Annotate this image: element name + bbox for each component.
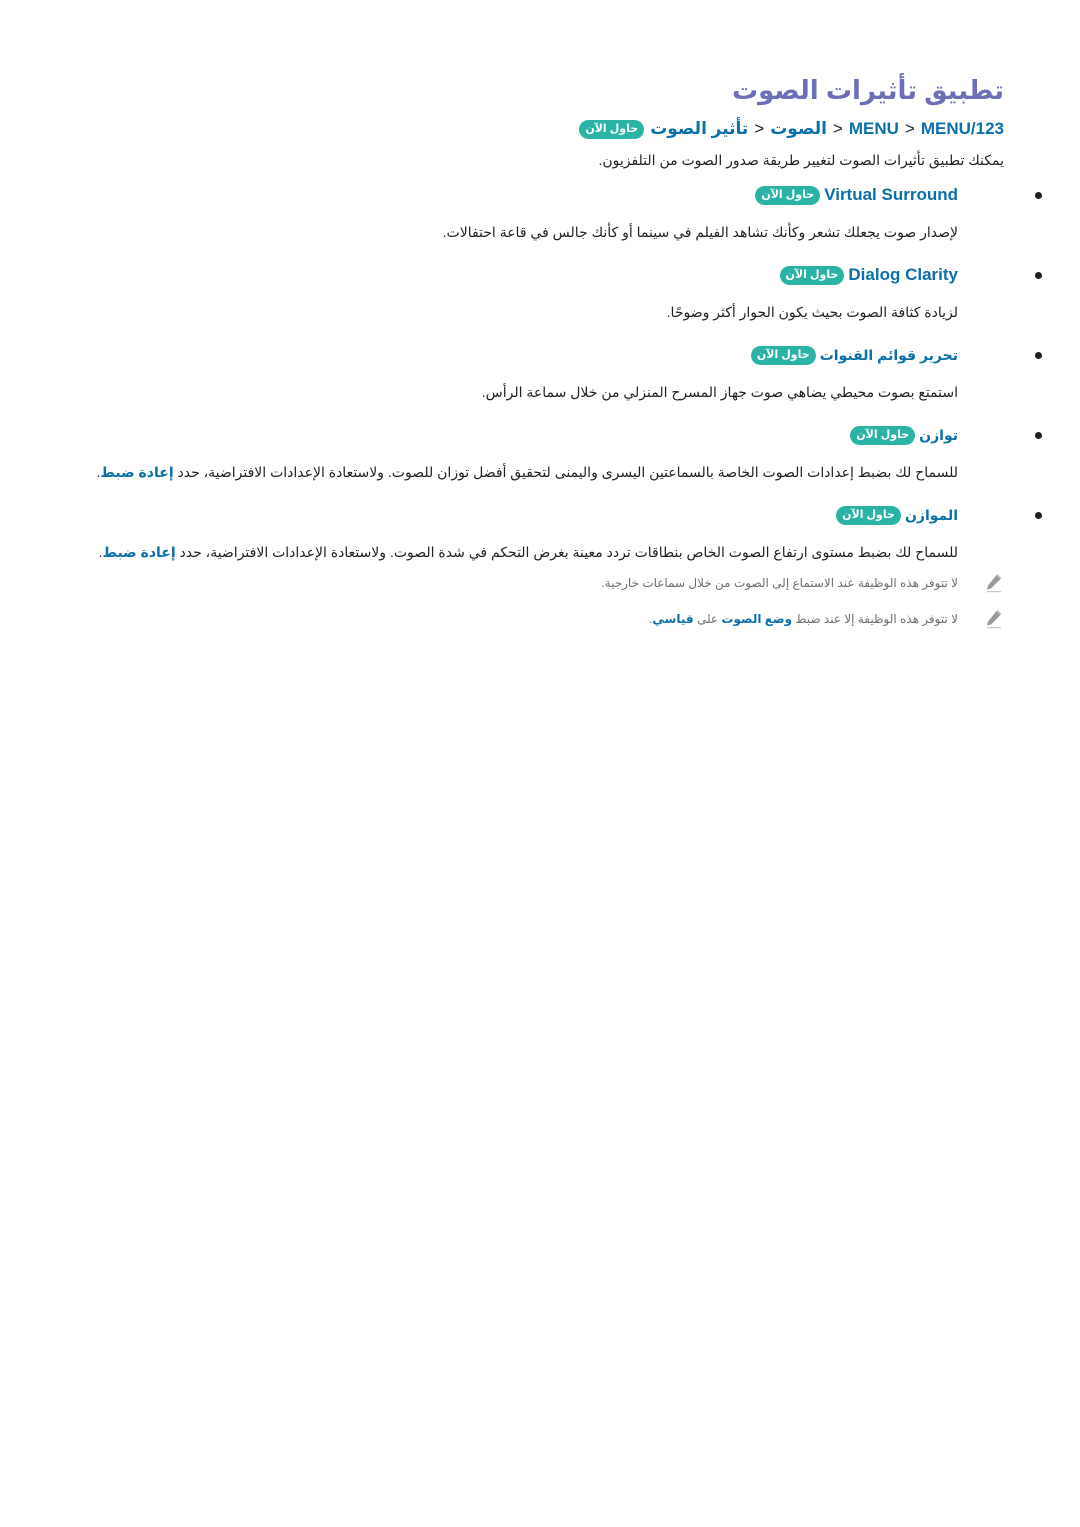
path-item-sound-effect[interactable]: تأثير الصوت	[650, 116, 748, 142]
reset-link[interactable]: إعادة ضبط	[100, 464, 173, 480]
item-description: استمتع بصوت محيطي يضاهي صوت جهاز المسرح …	[481, 384, 958, 400]
item-title: تحرير قوائم القنوات	[819, 346, 958, 363]
item-heading: Virtual Surround حاول الآن	[78, 180, 958, 210]
document-page: تطبيق تأثيرات الصوت MENU/123 < MENU < ال…	[78, 72, 1042, 646]
item-description: للسماح لك بضبط إعدادات الصوت الخاصة بالس…	[78, 462, 958, 482]
item-description: للسماح لك بضبط مستوى ارتفاع الصوت الخاص …	[78, 542, 958, 562]
item-title: Virtual Surround	[824, 185, 958, 204]
try-now-badge[interactable]: حاول الآن	[850, 425, 916, 445]
path-item-menu[interactable]: MENU	[849, 116, 899, 142]
list-item: Dialog Clarity حاول الآن لزيادة كثافة ال…	[78, 260, 1042, 322]
standard-link[interactable]: قياسي	[652, 612, 693, 626]
bullet-icon	[1035, 352, 1042, 359]
item-heading: Dialog Clarity حاول الآن	[78, 260, 958, 290]
bullet-icon	[1035, 272, 1042, 279]
page-title: تطبيق تأثيرات الصوت	[731, 75, 1004, 105]
menu-path: MENU/123 < MENU < الصوت < تأثير الصوت حا…	[78, 116, 1004, 142]
bullet-icon	[1035, 512, 1042, 519]
bullet-icon	[1035, 192, 1042, 199]
note: لا تتوفر هذه الوظيفة عند الاستماع إلى ال…	[78, 574, 1004, 593]
pencil-icon	[987, 574, 1002, 593]
item-title: توازن	[919, 426, 958, 443]
note-text: لا تتوفر هذه الوظيفة إلا عند ضبط	[795, 612, 958, 626]
chevron-left-icon: <	[832, 119, 843, 138]
path-item-menu-123[interactable]: MENU/123	[921, 116, 1004, 142]
sound-mode-link[interactable]: وضع الصوت	[721, 612, 792, 626]
item-description: لإصدار صوت يجعلك تشعر وكأنك تشاهد الفيلم…	[442, 224, 958, 240]
intro-text: يمكنك تطبيق تأثيرات الصوت لتغيير طريقة ص…	[598, 152, 1004, 168]
list-item: تحرير قوائم القنوات حاول الآن استمتع بصو…	[78, 340, 1042, 402]
description-text: للسماح لك بضبط مستوى ارتفاع الصوت الخاص …	[179, 544, 958, 560]
list-item: توازن حاول الآن للسماح لك بضبط إعدادات ا…	[78, 420, 1042, 482]
pencil-icon	[987, 610, 1002, 629]
try-now-badge[interactable]: حاول الآن	[750, 345, 816, 365]
item-heading: توازن حاول الآن	[78, 420, 958, 450]
list-item: Virtual Surround حاول الآن لإصدار صوت يج…	[78, 180, 1042, 242]
reset-link[interactable]: إعادة ضبط	[102, 544, 175, 560]
item-title: Dialog Clarity	[848, 265, 958, 284]
try-now-badge[interactable]: حاول الآن	[836, 505, 901, 525]
note: لا تتوفر هذه الوظيفة إلا عند ضبط وضع الص…	[78, 610, 1004, 629]
try-now-badge[interactable]: حاول الآن	[579, 119, 645, 139]
try-now-badge[interactable]: حاول الآن	[755, 185, 821, 205]
bullet-icon	[1035, 432, 1042, 439]
item-title: الموازن	[904, 506, 958, 523]
item-heading: الموازن حاول الآن	[78, 500, 958, 530]
chevron-left-icon: <	[754, 119, 765, 138]
try-now-badge[interactable]: حاول الآن	[779, 265, 845, 285]
path-item-sound[interactable]: الصوت	[770, 116, 827, 142]
list-item: الموازن حاول الآن للسماح لك بضبط مستوى ا…	[78, 500, 1042, 562]
description-text: للسماح لك بضبط إعدادات الصوت الخاصة بالس…	[177, 464, 958, 480]
item-heading: تحرير قوائم القنوات حاول الآن	[78, 340, 958, 370]
note-text: على	[696, 612, 719, 626]
note-text: لا تتوفر هذه الوظيفة عند الاستماع إلى ال…	[601, 576, 958, 590]
chevron-left-icon: <	[904, 119, 915, 138]
item-description: لزيادة كثافة الصوت بحيث يكون الحوار أكثر…	[666, 304, 958, 320]
